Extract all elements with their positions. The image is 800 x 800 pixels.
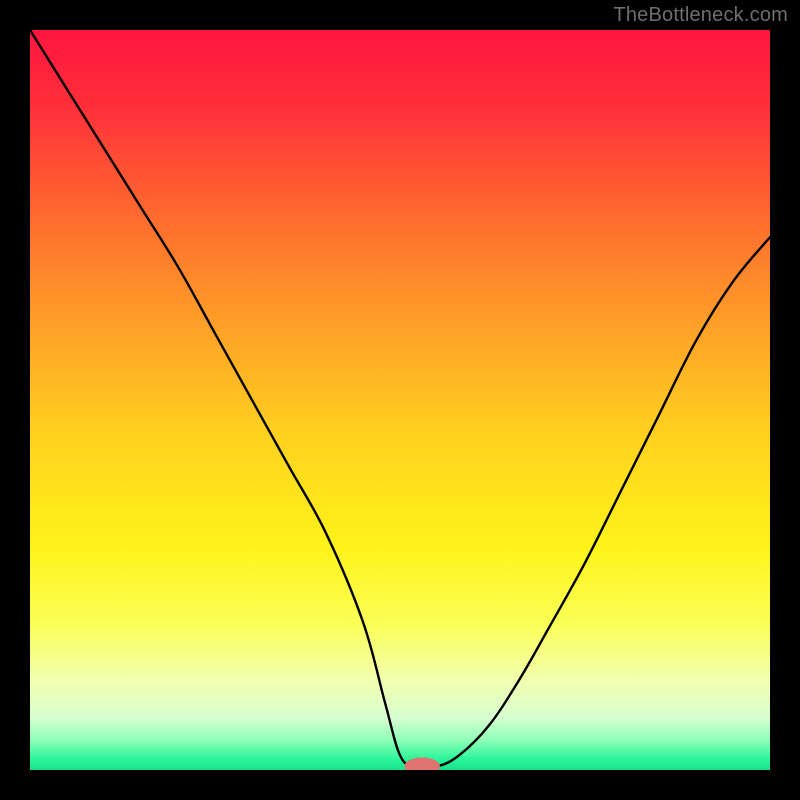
chart-svg: [30, 30, 770, 770]
gradient-background: [30, 30, 770, 770]
watermark-label: TheBottleneck.com: [613, 4, 788, 27]
bottleneck-chart: [30, 30, 770, 770]
chart-frame: TheBottleneck.com: [0, 0, 800, 800]
